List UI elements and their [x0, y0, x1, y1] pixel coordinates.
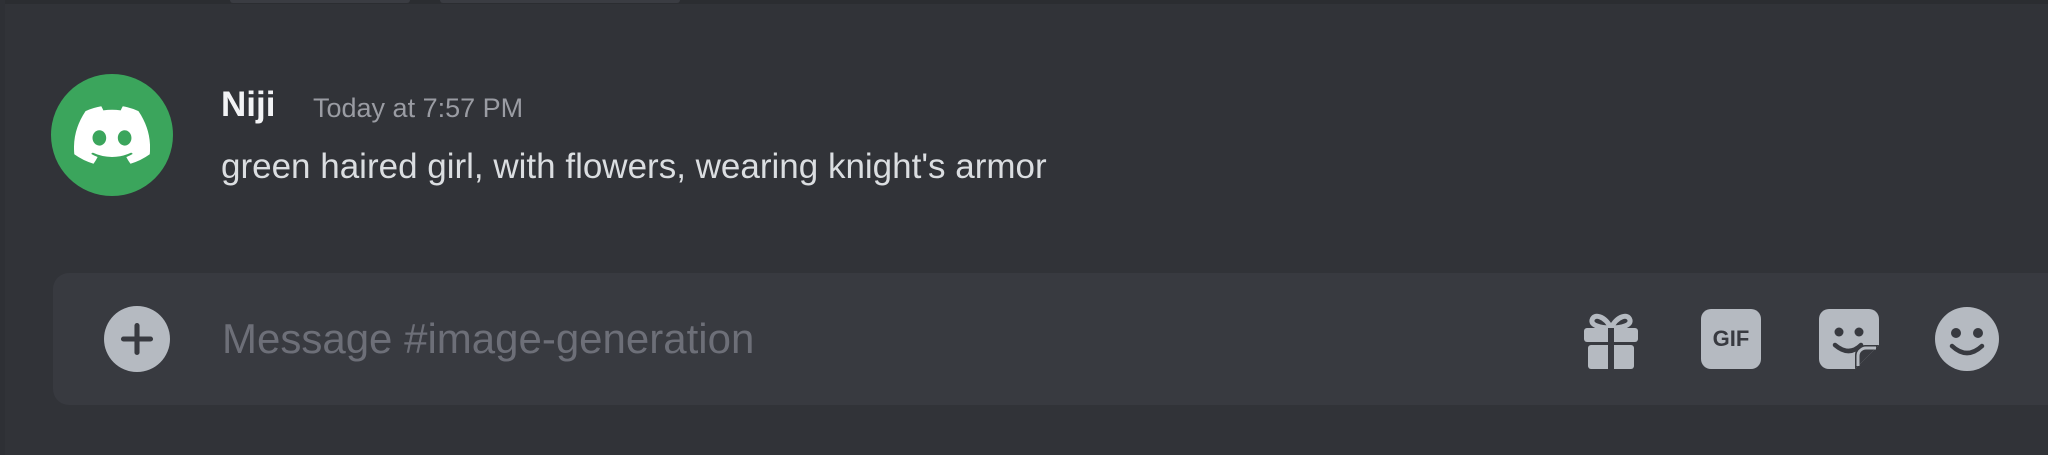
gif-button[interactable]: GIF: [1698, 306, 1764, 372]
user-avatar[interactable]: [51, 74, 173, 196]
sticker-icon: [1819, 309, 1879, 369]
gif-icon: GIF: [1701, 309, 1761, 369]
message-input[interactable]: [222, 311, 1572, 367]
gift-button[interactable]: [1578, 306, 1644, 372]
discord-logo-icon: [74, 106, 150, 164]
add-attachment-button[interactable]: [104, 306, 170, 372]
message-author[interactable]: Niji: [221, 82, 275, 128]
sticker-button[interactable]: [1816, 306, 1882, 372]
emoji-button[interactable]: [1934, 306, 2000, 372]
message-content: green haired girl, with flowers, wearing…: [221, 147, 1047, 186]
divider-segment: [440, 0, 680, 3]
gift-icon: [1584, 313, 1638, 369]
top-divider: [0, 0, 2048, 4]
smiley-emoji-icon: [1935, 307, 1999, 371]
plus-icon: [120, 322, 154, 356]
chat-message: Niji Today at 7:57 PM green haired girl,…: [0, 55, 2048, 205]
message-composer: GIF: [53, 273, 2048, 405]
divider-segment: [230, 0, 410, 3]
message-timestamp: Today at 7:57 PM: [313, 93, 524, 123]
